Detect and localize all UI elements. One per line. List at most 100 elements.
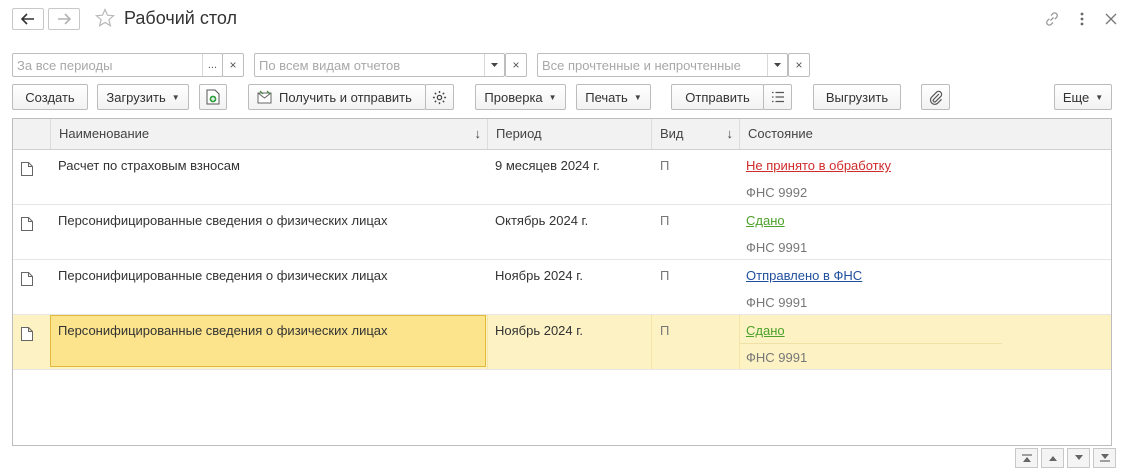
column-header-kind[interactable]: Вид ↓ — [651, 119, 739, 149]
column-header-kind-label: Вид — [660, 126, 684, 141]
list-icon — [771, 91, 784, 103]
column-header-state-label: Состояние — [748, 126, 813, 141]
row-period: Октябрь 2024 г. — [495, 213, 589, 228]
scroll-to-bottom-button[interactable] — [1093, 448, 1116, 468]
row-authority: ФНС 9991 — [746, 350, 808, 365]
period-select-button[interactable]: ... — [202, 54, 222, 76]
create-button-label: Создать — [25, 89, 75, 105]
column-divider — [651, 315, 652, 369]
row-kind: П — [660, 213, 670, 228]
period-filter-text: За все периоды — [17, 57, 113, 73]
row-authority: ФНС 9992 — [746, 185, 808, 200]
sort-arrow-icon: ↓ — [474, 126, 482, 141]
table-row[interactable]: Персонифицированные сведения о физически… — [13, 205, 1111, 260]
report-type-dropdown-button[interactable] — [484, 54, 504, 76]
row-authority: ФНС 9991 — [746, 240, 808, 255]
row-period: Ноябрь 2024 г. — [495, 323, 584, 338]
column-header-period[interactable]: Период — [487, 119, 651, 149]
report-type-clear-button[interactable]: × — [505, 53, 527, 77]
row-state-link[interactable]: Отправлено в ФНС — [746, 268, 862, 283]
more-vertical-icon[interactable] — [1073, 10, 1091, 28]
caret-down-icon: ▼ — [1095, 92, 1104, 102]
scroll-to-top-button[interactable] — [1015, 448, 1038, 468]
table-header: Наименование ↓ Период Вид ↓ Состояние — [13, 119, 1111, 150]
send-button-label: Отправить — [685, 89, 750, 105]
more-button[interactable]: Еще ▼ — [1054, 84, 1112, 110]
reports-table: Наименование ↓ Период Вид ↓ Состояние Ра… — [12, 118, 1112, 446]
upload-file-button[interactable] — [199, 84, 227, 110]
exchange-settings-button[interactable] — [425, 84, 454, 110]
row-separator — [740, 343, 1002, 344]
column-divider — [739, 315, 740, 369]
arrow-left-icon — [21, 13, 34, 25]
document-icon — [21, 327, 33, 341]
table-row[interactable]: Расчет по страховым взносам 9 месяцев 20… — [13, 150, 1111, 205]
window-header: Рабочий стол — [0, 0, 1133, 40]
row-name: Персонифицированные сведения о физически… — [58, 213, 388, 228]
receive-send-button-label: Получить и отправить — [279, 89, 412, 105]
send-button[interactable]: Отправить — [671, 84, 764, 110]
document-icon — [21, 217, 33, 231]
read-state-dropdown-button[interactable] — [767, 54, 787, 76]
period-filter[interactable]: За все периоды ... — [12, 53, 223, 77]
print-button[interactable]: Печать ▼ — [576, 84, 651, 110]
column-divider — [487, 315, 488, 369]
caret-down-icon: ▼ — [548, 92, 557, 102]
caret-down-icon: ▼ — [633, 92, 642, 102]
paperclip-icon — [929, 90, 942, 105]
arrow-right-icon — [58, 13, 71, 25]
check-button[interactable]: Проверка ▼ — [475, 84, 566, 110]
page-title: Рабочий стол — [124, 8, 237, 28]
row-name: Персонифицированные сведения о физически… — [58, 268, 388, 283]
arrow-bottom-icon — [1099, 454, 1110, 462]
receive-send-button[interactable]: Получить и отправить — [248, 84, 426, 110]
table-row-selected[interactable]: Персонифицированные сведения о физически… — [13, 315, 1111, 370]
send-list-button[interactable] — [763, 84, 792, 110]
export-button[interactable]: Выгрузить — [813, 84, 901, 110]
column-header-name[interactable]: Наименование ↓ — [50, 119, 487, 149]
arrow-down-icon — [1074, 455, 1083, 460]
row-kind: П — [660, 268, 670, 283]
row-period: 9 месяцев 2024 г. — [495, 158, 600, 173]
chevron-down-icon — [491, 63, 498, 67]
row-state-link[interactable]: Сдано — [746, 323, 785, 338]
column-header-period-label: Период — [496, 126, 542, 141]
link-icon[interactable] — [1043, 10, 1061, 28]
row-kind: П — [660, 323, 670, 338]
period-clear-button[interactable]: × — [222, 53, 244, 77]
table-row[interactable]: Персонифицированные сведения о физически… — [13, 260, 1111, 315]
more-button-label: Еще — [1062, 89, 1090, 105]
add-file-icon — [206, 89, 220, 105]
read-state-filter[interactable]: Все прочтенные и непрочтенные — [537, 53, 788, 77]
column-header-state[interactable]: Состояние — [739, 119, 1111, 149]
exchange-icon — [257, 90, 273, 104]
row-state-link[interactable]: Не принято в обработку — [746, 158, 891, 173]
forward-button[interactable] — [48, 8, 80, 30]
load-button-label: Загрузить — [106, 89, 166, 105]
read-state-clear-button[interactable]: × — [788, 53, 810, 77]
close-icon[interactable] — [1102, 10, 1120, 28]
sort-arrow-icon: ↓ — [726, 126, 734, 141]
chevron-down-icon — [774, 63, 781, 67]
row-name: Расчет по страховым взносам — [58, 158, 240, 173]
print-button-label: Печать — [585, 89, 628, 105]
back-button[interactable] — [12, 8, 44, 30]
scroll-up-button[interactable] — [1041, 448, 1064, 468]
row-name: Персонифицированные сведения о физически… — [58, 323, 388, 338]
arrow-up-icon — [1048, 456, 1057, 461]
scroll-down-button[interactable] — [1067, 448, 1090, 468]
create-button[interactable]: Создать — [12, 84, 88, 110]
row-state-link[interactable]: Сдано — [746, 213, 785, 228]
load-button[interactable]: Загрузить ▼ — [97, 84, 189, 110]
gear-icon — [432, 90, 447, 104]
favorite-star-icon[interactable] — [94, 8, 116, 28]
row-kind: П — [660, 158, 670, 173]
row-period: Ноябрь 2024 г. — [495, 268, 584, 283]
attach-button[interactable] — [921, 84, 950, 110]
report-type-filter-text: По всем видам отчетов — [259, 57, 401, 73]
check-button-label: Проверка — [484, 89, 543, 105]
report-type-filter[interactable]: По всем видам отчетов — [254, 53, 505, 77]
column-header-name-label: Наименование — [59, 126, 150, 141]
arrow-top-icon — [1021, 454, 1032, 462]
read-state-filter-text: Все прочтенные и непрочтенные — [542, 57, 741, 73]
